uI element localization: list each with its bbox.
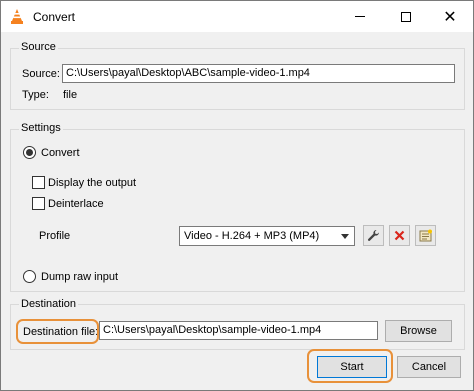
wrench-icon [367,229,379,241]
new-profile-button[interactable] [415,225,436,246]
display-output-label[interactable]: Display the output [48,177,136,189]
type-value: file [63,89,78,101]
start-button-highlight [307,349,393,383]
close-icon: ✕ [443,6,457,26]
browse-button[interactable]: Browse [385,320,452,342]
title-bar: Convert ✕ [1,1,473,32]
convert-radio[interactable] [23,146,36,159]
source-group-label: Source [19,41,58,53]
edit-profile-button[interactable] [363,225,384,246]
new-profile-icon [419,229,432,242]
convert-dialog: Convert ✕ Source Source: C:\Users\payal\… [0,0,474,391]
dump-raw-label[interactable]: Dump raw input [41,271,118,283]
display-output-checkbox[interactable] [32,176,45,189]
window-title: Convert [33,10,76,24]
vlc-cone-icon [11,9,23,24]
profile-select-value: Video - H.264 + MP3 (MP4) [184,230,320,242]
destination-file-field[interactable]: C:\Users\payal\Desktop\sample-video-1.mp… [99,321,378,340]
source-field[interactable]: C:\Users\payal\Desktop\ABC\sample-video-… [62,64,455,83]
profile-label: Profile [39,230,71,242]
dropdown-arrow-icon [341,234,349,239]
settings-group-label: Settings [19,122,63,134]
deinterlace-label[interactable]: Deinterlace [48,198,104,210]
minimize-icon [355,16,365,17]
maximize-icon [401,11,411,22]
close-button[interactable]: ✕ [427,1,473,32]
type-label: Type: [22,89,49,101]
delete-x-icon [394,230,405,241]
dump-raw-radio[interactable] [23,270,36,283]
source-label: Source: [22,68,60,80]
deinterlace-checkbox[interactable] [32,197,45,210]
cancel-button[interactable]: Cancel [397,356,461,378]
minimize-button[interactable] [337,1,383,32]
convert-radio-label[interactable]: Convert [41,147,80,159]
profile-select[interactable]: Video - H.264 + MP3 (MP4) [179,226,355,246]
maximize-button[interactable] [383,1,429,32]
destination-group-label: Destination [19,298,79,310]
delete-profile-button[interactable] [389,225,410,246]
destination-label-highlight [16,319,99,344]
